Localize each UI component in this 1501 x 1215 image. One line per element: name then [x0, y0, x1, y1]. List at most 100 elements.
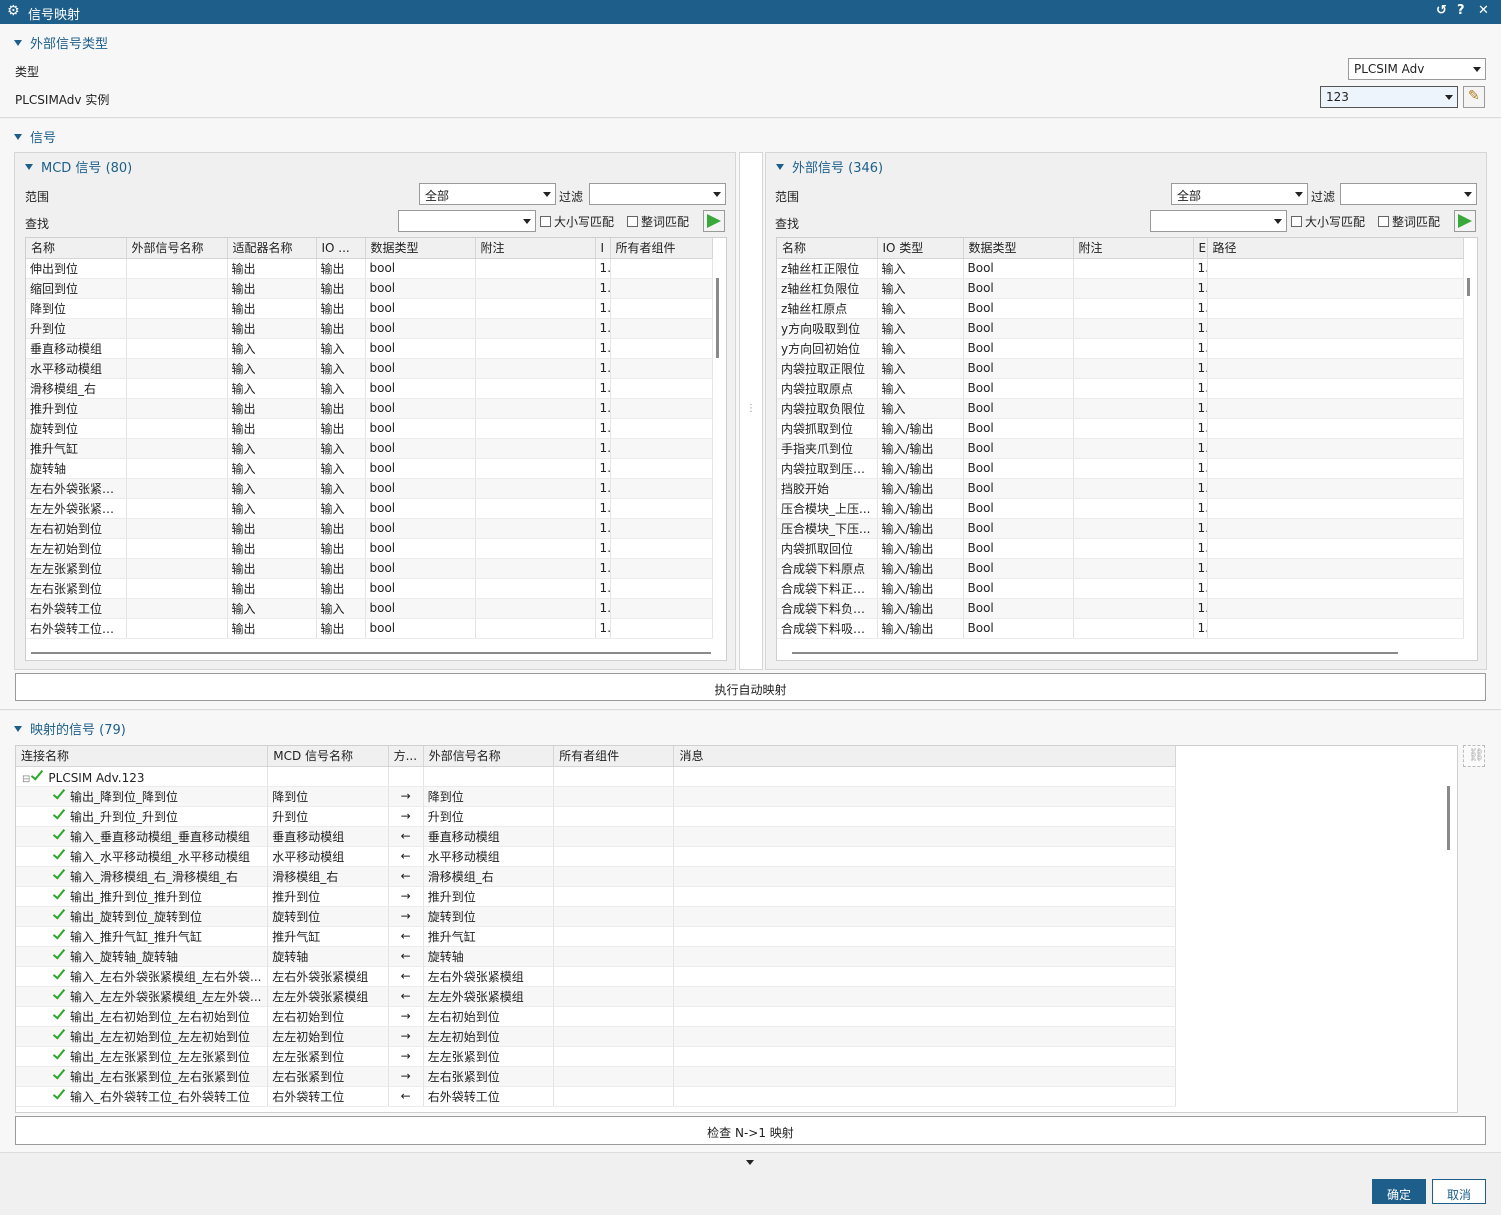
ext-table-row[interactable]: z轴丝杠原点 输入 Bool 1 — [777, 298, 1464, 319]
ext-table-row[interactable]: y方向吸取到位 输入 Bool 1 — [777, 318, 1464, 339]
ok-button[interactable]: 确定 — [1372, 1179, 1426, 1204]
mapped-table-row[interactable]: 输出_左左张紧到位_左左张紧到位 左左张紧到位 → 左左张紧到位 — [16, 1046, 1176, 1067]
check-mapping-button[interactable]: 检查 N->1 映射 — [15, 1116, 1486, 1145]
mcd-table-row[interactable]: 水平移动模组 输入 输入 bool 1 — [26, 358, 713, 379]
mapped-header[interactable]: 映射的信号 (79) — [14, 719, 126, 738]
mcd-column-header[interactable]: I — [595, 238, 611, 259]
mcd-table-row[interactable]: 旋转到位 输出 输出 bool 1 — [26, 418, 713, 439]
mcd-table-row[interactable]: 左右外袋张紧模... 输入 输入 bool 1 — [26, 478, 713, 499]
mcd-header[interactable]: MCD 信号 (80) — [25, 157, 132, 176]
tree-root-row[interactable]: ⊟ PLCSIM Adv.123 — [16, 766, 1176, 787]
ext-table-row[interactable]: 内袋拉取负限位 输入 Bool 1 — [777, 398, 1464, 419]
ext-column-header[interactable]: 路径 — [1207, 238, 1464, 259]
auto-map-button[interactable]: 执行自动映射 — [15, 673, 1486, 701]
cancel-button[interactable]: 取消 — [1432, 1179, 1486, 1204]
mapped-column-header[interactable]: 所有者组件 — [553, 746, 675, 767]
mapped-signal-table[interactable]: 连接名称 MCD 信号名称 方... 外部信号名称 所有者组件 消息 ⊟ PLCSIM Ad… — [15, 745, 1458, 1113]
mapped-table-row[interactable]: 输入_左左外袋张紧模组_左左外袋... 左左外袋张紧模组 ← 左左外袋张紧模组 — [16, 986, 1176, 1007]
mcd-table-row[interactable]: 降到位 输出 输出 bool 1 — [26, 298, 713, 319]
mcd-table-row[interactable]: 伸出到位 输出 输出 bool 1 — [26, 258, 713, 279]
ext-table-row[interactable]: 压合模块_上压... 输入/输出 Bool 1 — [777, 498, 1464, 519]
mcd-table-row[interactable]: 左左初始到位 输出 输出 bool 1 — [26, 538, 713, 559]
mcd-table-row[interactable]: 升到位 输出 输出 bool 1 — [26, 318, 713, 339]
ext-scope-dropdown[interactable]: 全部 — [1171, 183, 1308, 205]
mapped-table-row[interactable]: 输入_水平移动模组_水平移动模组 水平移动模组 ← 水平移动模组 — [16, 846, 1176, 867]
mcd-column-header[interactable]: IO ... — [316, 238, 366, 259]
external-type-header[interactable]: 外部信号类型 — [14, 33, 108, 52]
help-icon[interactable]: ? — [1457, 3, 1465, 18]
mcd-table-row[interactable]: 旋转轴 输入 输入 bool 1 — [26, 458, 713, 479]
mapped-table-row[interactable]: 输入_右外袋转工位_右外袋转工位 右外袋转工位 ← 右外袋转工位 — [16, 1086, 1176, 1107]
ext-table-row[interactable]: 合成袋下料吸取... 输入/输出 Bool 1 — [777, 618, 1464, 639]
mcd-table-row[interactable]: 推升到位 输出 输出 bool 1 — [26, 398, 713, 419]
mcd-vertical-scrollbar[interactable] — [716, 278, 719, 358]
ext-table-row[interactable]: z轴丝杠负限位 输入 Bool 1 — [777, 278, 1464, 299]
external-signal-table[interactable]: 名称 IO 类型 数据类型 附注 E 路径 z轴丝杠正限位 输入 Bool 1 z轴丝杠负限位 输入 B… — [776, 237, 1478, 661]
mcd-table-row[interactable]: 滑移模组_右 输入 输入 bool 1 — [26, 378, 713, 399]
ext-table-row[interactable]: 挡胶开始 输入/输出 Bool 1 — [777, 478, 1464, 499]
mcd-case-checkbox[interactable]: 大小写匹配 — [540, 213, 614, 230]
ext-column-header[interactable]: 名称 — [777, 238, 878, 259]
mapped-table-row[interactable]: 输出_降到位_降到位 降到位 → 降到位 — [16, 786, 1176, 807]
mcd-column-header[interactable]: 附注 — [475, 238, 596, 259]
mcd-table-row[interactable]: 左右初始到位 输出 输出 bool 1 — [26, 518, 713, 539]
instance-browse-button[interactable]: ✎ — [1463, 86, 1485, 108]
gear-icon[interactable]: ⚙ — [7, 3, 20, 19]
mcd-table-row[interactable]: 右外袋转工位进... 输出 输出 bool 1 — [26, 618, 713, 639]
mapped-table-row[interactable]: 输入_垂直移动模组_垂直移动模组 垂直移动模组 ← 垂直移动模组 — [16, 826, 1176, 847]
ext-table-row[interactable]: 压合模块_下压... 输入/输出 Bool 1 — [777, 518, 1464, 539]
close-icon[interactable]: ✕ — [1478, 3, 1489, 18]
ext-horizontal-scrollbar[interactable] — [792, 652, 1398, 654]
mcd-table-row[interactable]: 左左张紧到位 输出 输出 bool 1 — [26, 558, 713, 579]
mapped-column-header[interactable]: 连接名称 — [16, 746, 269, 767]
unlink-button[interactable]: ⛓ — [1463, 745, 1485, 767]
panel-splitter[interactable]: ⋮ — [739, 152, 763, 670]
ext-table-row[interactable]: y方向回初始位 输入 Bool 1 — [777, 338, 1464, 359]
mcd-column-header[interactable]: 数据类型 — [365, 238, 476, 259]
mcd-search-input[interactable] — [398, 210, 536, 232]
mapped-column-header[interactable]: 外部信号名称 — [423, 746, 555, 767]
signals-header[interactable]: 信号 — [14, 127, 56, 146]
mcd-column-header[interactable]: 所有者组件 — [610, 238, 713, 259]
mcd-column-header[interactable]: 名称 — [26, 238, 127, 259]
ext-table-row[interactable]: 手指夹爪到位 输入/输出 Bool 1 — [777, 438, 1464, 459]
mcd-horizontal-scrollbar[interactable] — [31, 652, 711, 654]
ext-table-row[interactable]: 合成袋下料原点 输入/输出 Bool 1 — [777, 558, 1464, 579]
mcd-table-row[interactable]: 推升气缸 输入 输入 bool 1 — [26, 438, 713, 459]
mapped-table-row[interactable]: 输入_左右外袋张紧模组_左右外袋... 左右外袋张紧模组 ← 左右外袋张紧模组 — [16, 966, 1176, 987]
ext-table-row[interactable]: z轴丝杠正限位 输入 Bool 1 — [777, 258, 1464, 279]
ext-table-row[interactable]: 合成袋下料正限... 输入/输出 Bool 1 — [777, 578, 1464, 599]
mapped-table-row[interactable]: 输出_左右张紧到位_左右张紧到位 左右张紧到位 → 左右张紧到位 — [16, 1066, 1176, 1087]
mapped-column-header[interactable]: MCD 信号名称 — [267, 746, 389, 767]
mapped-table-row[interactable]: 输入_推升气缸_推升气缸 推升气缸 ← 推升气缸 — [16, 926, 1176, 947]
tree-collapse-icon[interactable]: ⊟ — [22, 774, 30, 785]
mcd-filter-dropdown[interactable] — [589, 183, 726, 205]
ext-table-row[interactable]: 内袋拉取到压合... 输入/输出 Bool 1 — [777, 458, 1464, 479]
mapped-table-row[interactable]: 输出_旋转到位_旋转到位 旋转到位 → 旋转到位 — [16, 906, 1176, 927]
mcd-table-row[interactable]: 左左外袋张紧模... 输入 输入 bool 1 — [26, 498, 713, 519]
ext-column-header[interactable]: 数据类型 — [963, 238, 1074, 259]
ext-word-checkbox[interactable]: 整词匹配 — [1378, 213, 1440, 230]
mapped-vertical-scrollbar[interactable] — [1447, 786, 1450, 850]
ext-filter-dropdown[interactable] — [1340, 183, 1477, 205]
mcd-scope-dropdown[interactable]: 全部 — [419, 183, 556, 205]
ext-column-header[interactable]: E — [1193, 238, 1208, 259]
mcd-signal-table[interactable]: 名称 外部信号名称 适配器名称 IO ... 数据类型 附注 I 所有者组件 伸出到位 输出 输出 b… — [25, 237, 727, 661]
mcd-search-go-button[interactable] — [703, 210, 725, 232]
mcd-table-row[interactable]: 垂直移动模组 输入 输入 bool 1 — [26, 338, 713, 359]
ext-vertical-scrollbar[interactable] — [1467, 278, 1470, 296]
mapped-column-header[interactable]: 消息 — [673, 746, 1176, 767]
ext-search-input[interactable] — [1150, 210, 1287, 232]
mapped-table-row[interactable]: 输出_左左初始到位_左左初始到位 左左初始到位 → 左左初始到位 — [16, 1026, 1176, 1047]
mapped-table-row[interactable]: 输入_滑移模组_右_滑移模组_右 滑移模组_右 ← 滑移模组_右 — [16, 866, 1176, 887]
ext-table-row[interactable]: 内袋抓取回位 输入/输出 Bool 1 — [777, 538, 1464, 559]
mcd-table-row[interactable]: 缩回到位 输出 输出 bool 1 — [26, 278, 713, 299]
ext-column-header[interactable]: 附注 — [1073, 238, 1194, 259]
mapped-table-row[interactable]: 输出_升到位_升到位 升到位 → 升到位 — [16, 806, 1176, 827]
ext-table-row[interactable]: 内袋抓取到位 输入/输出 Bool 1 — [777, 418, 1464, 439]
mcd-column-header[interactable]: 外部信号名称 — [126, 238, 228, 259]
ext-case-checkbox[interactable]: 大小写匹配 — [1291, 213, 1365, 230]
mcd-table-row[interactable]: 左右张紧到位 输出 输出 bool 1 — [26, 578, 713, 599]
expand-more-icon[interactable] — [746, 1160, 754, 1165]
type-dropdown[interactable]: PLCSIM Adv — [1348, 58, 1486, 80]
